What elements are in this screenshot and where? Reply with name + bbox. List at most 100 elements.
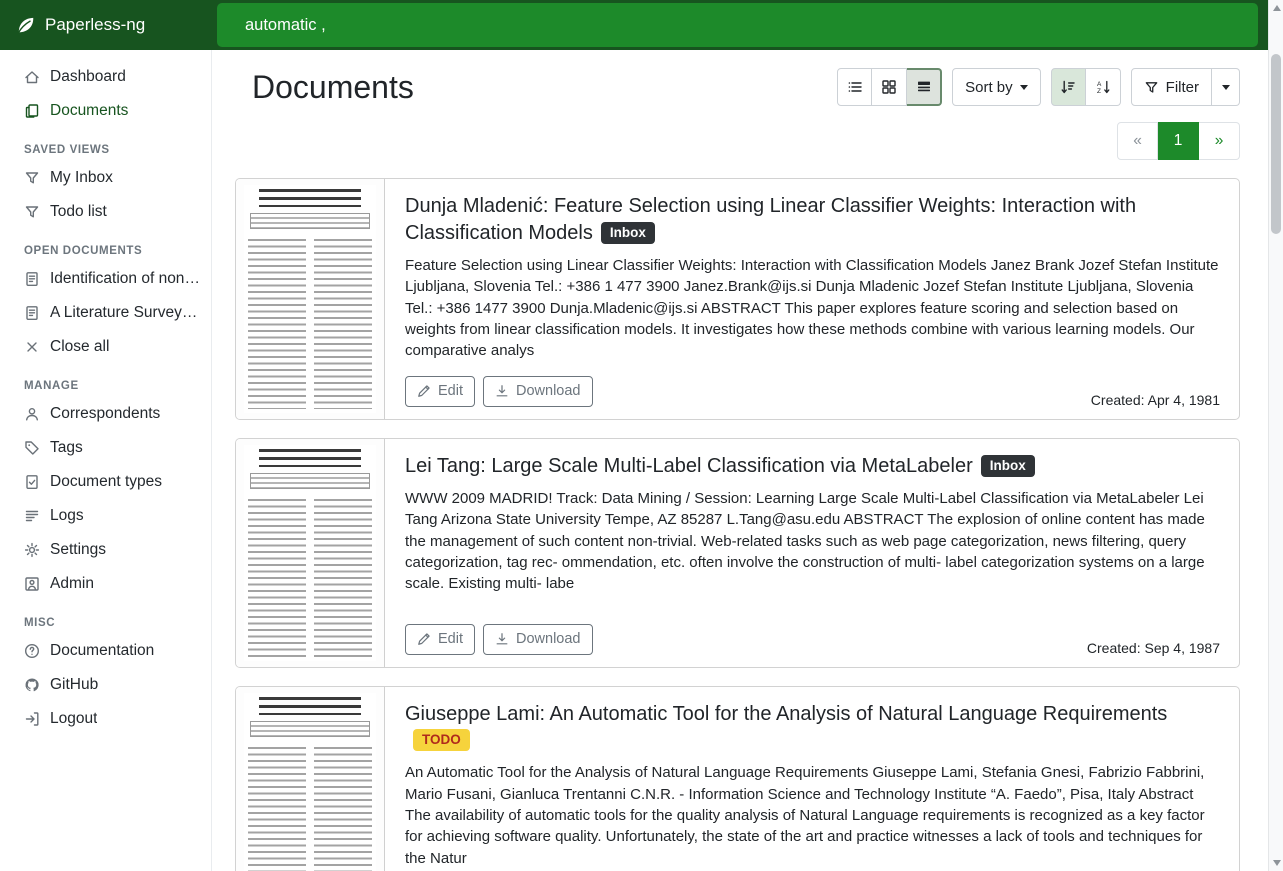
filter-label: Filter	[1166, 79, 1199, 96]
sidebar-item-document-types[interactable]: Document types	[0, 465, 211, 499]
sort-direction-group: AZ	[1051, 68, 1121, 106]
sort-by-group: Sort by	[952, 68, 1041, 106]
document-card: Lei Tang: Large Scale Multi-Label Classi…	[235, 438, 1240, 668]
list-view-icon	[847, 79, 863, 95]
sort-alphabetical-button[interactable]: AZ	[1086, 68, 1121, 106]
document-title: Giuseppe Lami: An Automatic Tool for the…	[405, 701, 1219, 754]
pagination: « 1 »	[235, 122, 1240, 160]
global-search-input[interactable]	[217, 3, 1258, 47]
download-button-label: Download	[516, 631, 581, 647]
sidebar-item-open-document-2[interactable]: A Literature Survey on ...	[0, 296, 211, 330]
sidebar-item-correspondents[interactable]: Correspondents	[0, 397, 211, 431]
house-icon	[24, 69, 40, 85]
document-title-link[interactable]: Giuseppe Lami: An Automatic Tool for the…	[405, 703, 1167, 725]
document-list: Dunja Mladenić: Feature Selection using …	[235, 178, 1240, 871]
view-grid-button[interactable]	[872, 68, 907, 106]
sidebar-item-logout[interactable]: Logout	[0, 702, 211, 736]
filter-caret-button[interactable]	[1212, 68, 1240, 106]
pagination-page-1[interactable]: 1	[1158, 122, 1199, 160]
sidebar-item-label: My Inbox	[50, 169, 113, 187]
svg-text:Z: Z	[1097, 88, 1101, 95]
pencil-icon	[417, 632, 431, 646]
document-created-date: Created: Apr 4, 1981	[1091, 392, 1220, 408]
edit-button[interactable]: Edit	[405, 376, 475, 407]
person-square-icon	[24, 576, 40, 592]
sidebar-item-label: Documentation	[50, 642, 154, 660]
thumbnail-preview	[244, 445, 376, 661]
download-button[interactable]: Download	[483, 624, 593, 655]
document-title: Lei Tang: Large Scale Multi-Label Classi…	[405, 453, 1219, 479]
sidebar-item-label: GitHub	[50, 676, 98, 694]
document-title-link[interactable]: Dunja Mladenić: Feature Selection using …	[405, 195, 1136, 243]
document-thumbnail[interactable]	[236, 439, 385, 667]
document-excerpt: WWW 2009 MADRID! Track: Data Mining / Se…	[405, 488, 1219, 594]
document-title-link[interactable]: Lei Tang: Large Scale Multi-Label Classi…	[405, 455, 973, 477]
logout-icon	[24, 711, 40, 727]
sidebar-item-tags[interactable]: Tags	[0, 431, 211, 465]
view-list-button[interactable]	[837, 68, 872, 106]
document-tag-badge[interactable]: TODO	[413, 729, 470, 751]
sidebar: Dashboard Documents SAVED VIEWS My Inbox…	[0, 50, 212, 871]
sidebar-section-misc: MISC	[0, 601, 211, 634]
funnel-icon	[24, 170, 40, 186]
sidebar-item-admin[interactable]: Admin	[0, 567, 211, 601]
document-excerpt: An Automatic Tool for the Analysis of Na…	[405, 762, 1219, 868]
scrollbar-down-arrow-icon[interactable]	[1273, 860, 1281, 866]
sidebar-item-logs[interactable]: Logs	[0, 499, 211, 533]
window-scrollbar[interactable]	[1268, 0, 1283, 871]
file-text-icon	[24, 305, 40, 321]
sort-descending-button[interactable]	[1051, 68, 1086, 106]
documents-page: Documents	[212, 50, 1268, 871]
download-icon	[495, 632, 509, 646]
sidebar-item-label: Documents	[50, 102, 128, 120]
sidebar-item-documentation[interactable]: Documentation	[0, 634, 211, 668]
sidebar-item-documents[interactable]: Documents	[0, 94, 211, 128]
scrollbar-thumb[interactable]	[1271, 54, 1281, 234]
sidebar-item-close-all[interactable]: Close all	[0, 330, 211, 364]
sort-alphabetical-icon: AZ	[1095, 79, 1111, 95]
sidebar-section-manage: MANAGE	[0, 364, 211, 397]
list-lines-icon	[24, 508, 40, 524]
document-tag-badge[interactable]: Inbox	[601, 222, 655, 244]
sidebar-item-dashboard[interactable]: Dashboard	[0, 60, 211, 94]
download-button[interactable]: Download	[483, 376, 593, 407]
sidebar-item-label: Todo list	[50, 203, 107, 221]
caret-down-icon	[1020, 85, 1028, 90]
grid-view-icon	[881, 79, 897, 95]
thumbnail-preview	[244, 185, 376, 412]
sidebar-item-github[interactable]: GitHub	[0, 668, 211, 702]
tag-icon	[24, 440, 40, 456]
sidebar-item-label: Settings	[50, 541, 106, 559]
sidebar-item-open-document-1[interactable]: Identification of non-fu...	[0, 262, 211, 296]
sidebar-item-label: A Literature Survey on ...	[50, 304, 201, 322]
scrollbar-up-arrow-icon[interactable]	[1273, 5, 1281, 11]
sidebar-item-todo-list[interactable]: Todo list	[0, 195, 211, 229]
sidebar-item-label: Correspondents	[50, 405, 160, 423]
app-window: Paperless-ng Dashboard Documents SAVED V…	[0, 0, 1268, 871]
app-brand[interactable]: Paperless-ng	[0, 14, 212, 36]
sidebar-item-label: Dashboard	[50, 68, 126, 86]
sort-descending-icon	[1060, 79, 1076, 95]
sidebar-item-label: Admin	[50, 575, 94, 593]
edit-button[interactable]: Edit	[405, 624, 475, 655]
document-thumbnail[interactable]	[236, 687, 385, 871]
sort-by-button[interactable]: Sort by	[952, 68, 1041, 106]
document-thumbnail[interactable]	[236, 179, 385, 418]
pagination-next[interactable]: »	[1199, 122, 1240, 160]
close-icon	[24, 339, 40, 355]
detail-view-icon	[916, 79, 932, 95]
document-title: Dunja Mladenić: Feature Selection using …	[405, 193, 1219, 246]
sidebar-item-my-inbox[interactable]: My Inbox	[0, 161, 211, 195]
edit-button-label: Edit	[438, 383, 463, 399]
sidebar-item-label: Tags	[50, 439, 83, 457]
page-title: Documents	[252, 68, 414, 106]
sidebar-item-settings[interactable]: Settings	[0, 533, 211, 567]
thumbnail-preview	[244, 693, 376, 871]
filter-button[interactable]: Filter	[1131, 68, 1212, 106]
view-detail-button[interactable]	[907, 68, 942, 106]
svg-text:A: A	[1097, 81, 1102, 88]
document-tag-badge[interactable]: Inbox	[981, 455, 1035, 477]
search-bar	[212, 0, 1268, 50]
paperless-logo-icon	[14, 14, 36, 36]
document-created-date: Created: Sep 4, 1987	[1087, 640, 1220, 656]
